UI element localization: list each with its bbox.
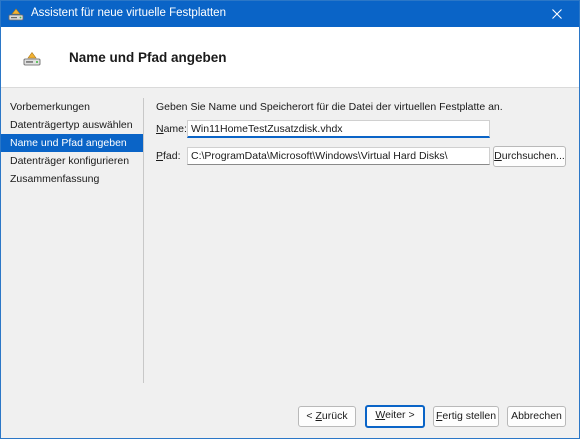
name-label-rest: ame: (163, 123, 187, 135)
wizard-window: Assistent für neue virtuelle Festplatten… (0, 0, 580, 439)
close-button[interactable] (535, 1, 579, 27)
page-title: Name und Pfad angeben (69, 50, 227, 65)
step-datentraeger-konfigurieren[interactable]: Datenträger konfigurieren (1, 152, 143, 170)
window-title: Assistent für neue virtuelle Festplatten (31, 7, 226, 19)
name-input[interactable] (187, 120, 490, 138)
back-rest: urück (321, 410, 348, 422)
browse-accel: D (494, 150, 502, 162)
step-datentraegertyp[interactable]: Datenträgertyp auswählen (1, 116, 143, 134)
path-label-rest: fad: (163, 150, 181, 162)
wizard-steps: Vorbemerkungen Datenträgertyp auswählen … (1, 98, 143, 188)
nav-divider (143, 98, 144, 383)
step-name-und-pfad[interactable]: Name und Pfad angeben (1, 134, 143, 152)
path-input[interactable] (187, 147, 490, 165)
next-button[interactable]: Weiter > (365, 405, 425, 428)
path-label-accel: P (156, 150, 164, 162)
back-button[interactable]: < Zurück (298, 406, 356, 427)
instruction-text: Geben Sie Name und Speicherort für die D… (156, 101, 503, 113)
path-label: Pfad: (156, 150, 181, 162)
browse-button[interactable]: Durchsuchen... (493, 146, 566, 167)
step-zusammenfassung[interactable]: Zusammenfassung (1, 170, 143, 188)
wizard-header: Name und Pfad angeben (1, 27, 579, 88)
finish-button[interactable]: Fertig stellen (433, 406, 499, 427)
browse-rest: urchsuchen... (501, 150, 565, 162)
next-rest: eiter > (385, 409, 415, 421)
cancel-button[interactable]: Abbrechen (507, 406, 566, 427)
finish-rest: ertig stellen (442, 410, 497, 422)
step-vorbemerkungen[interactable]: Vorbemerkungen (1, 98, 143, 116)
name-label-accel: N (156, 123, 164, 135)
next-accel: W (375, 409, 386, 421)
name-label: Name: (156, 123, 187, 135)
virtual-disk-icon (23, 51, 41, 66)
title-bar: Assistent für neue virtuelle Festplatten (1, 1, 579, 27)
virtual-disk-icon (8, 8, 24, 21)
close-icon (552, 9, 562, 19)
